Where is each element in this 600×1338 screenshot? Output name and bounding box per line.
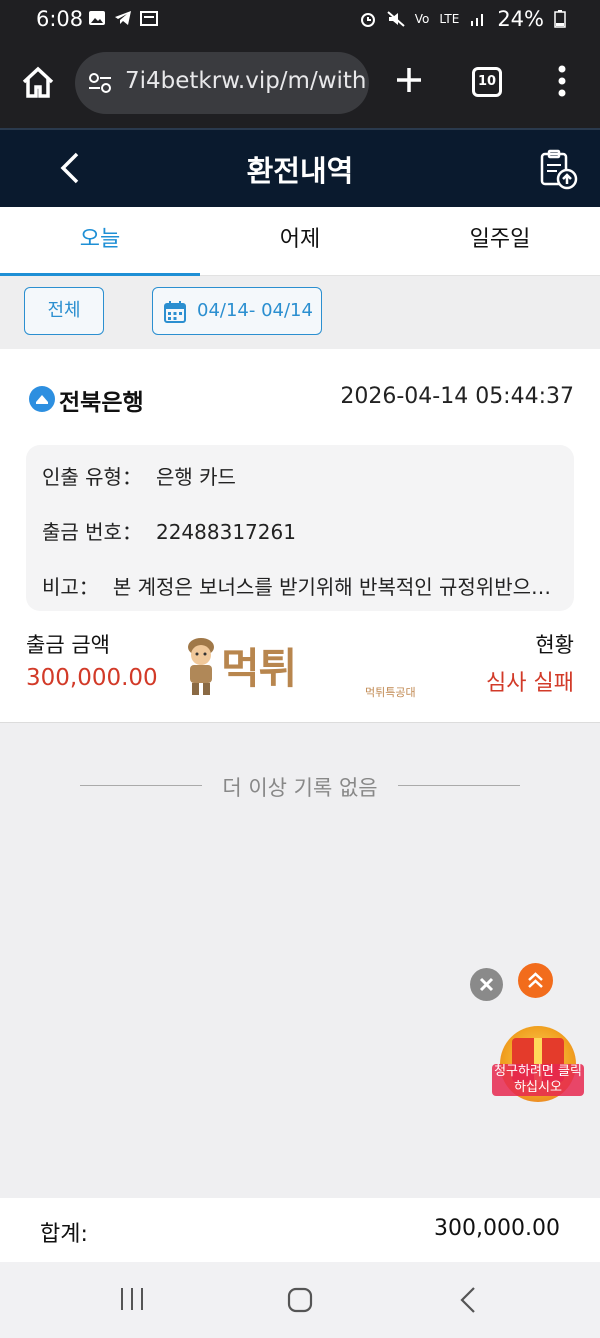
calendar-icon (164, 301, 186, 323)
volte-label: Vo (414, 12, 430, 26)
home-icon[interactable] (20, 64, 56, 100)
status-time: 6:08 (36, 7, 84, 31)
tab-week[interactable]: 일주일 (400, 207, 600, 276)
withdrawal-number-row: 출금 번호： 22488317261 (42, 516, 296, 545)
recents-icon[interactable] (118, 1286, 146, 1312)
more-menu-icon[interactable] (554, 64, 570, 98)
app-header: 환전내역 (0, 128, 600, 207)
clipboard-upload-icon[interactable] (537, 148, 579, 190)
status-value: 심사 실패 (486, 671, 574, 696)
battery-percent: 24% (497, 7, 544, 31)
withdrawal-type-value: 은행 카드 (155, 465, 236, 489)
home-nav-icon[interactable] (286, 1286, 314, 1314)
close-icon (479, 977, 494, 992)
record-details: 인출 유형： 은행 카드 출금 번호： 22488317261 비고： 본 계정은 보… (26, 445, 574, 611)
promo-gift-button[interactable]: 청구하려면 클릭하십시오 (490, 1018, 586, 1108)
date-range-text: 04/14- 04/14 (197, 300, 313, 321)
watermark-subtext: 먹튀특공대 (365, 686, 416, 699)
amount-label: 출금 금액 (26, 633, 110, 657)
promo-text: 청구하려면 클릭하십시오 (492, 1064, 584, 1096)
note-value: 본 계정은 보너스를 받기위해 반복적인 규정위반으로 인하여 출금이 제한됩니… (112, 575, 562, 599)
bank-logo-icon (29, 386, 55, 412)
alarm-icon (360, 13, 375, 27)
site-settings-icon[interactable] (87, 72, 113, 94)
page-title: 환전내역 (246, 154, 354, 188)
date-range-button[interactable]: 04/14- 04/14 (152, 287, 322, 335)
withdrawal-number-value: 22488317261 (155, 520, 296, 544)
period-tabs: 오늘 어제 일주일 (0, 207, 600, 276)
network-label: LTE (439, 12, 460, 26)
total-bar: 합계: 300,000.00 (0, 1198, 600, 1262)
tab-switcher-button[interactable]: 10 (472, 67, 502, 97)
browser-toolbar: 7i4betkrw.vip/m/with 10 (0, 40, 600, 128)
system-indicators: Vo LTE 24% (359, 7, 566, 31)
address-bar[interactable]: 7i4betkrw.vip/m/with (75, 52, 369, 114)
status-label: 현황 (535, 633, 574, 657)
total-value: 300,000.00 (434, 1216, 560, 1241)
back-nav-icon[interactable] (458, 1286, 478, 1314)
filter-all-button[interactable]: 전체 (24, 287, 104, 335)
withdrawal-number-label: 출금 번호： (42, 520, 142, 544)
close-promo-button[interactable] (470, 968, 503, 1001)
end-of-list: 더 이상 기록 없음 (0, 770, 600, 800)
soldier-mascot-icon (188, 638, 214, 695)
note-row: 비고： 본 계정은 보너스를 받기위해 반복적인 규정위반으로 인하여 출금이 제… (42, 571, 562, 600)
note-label: 비고： (42, 575, 99, 599)
calendar-icon (140, 11, 158, 26)
url-text: 7i4betkrw.vip/m/with (125, 68, 367, 94)
telegram-icon (115, 11, 131, 25)
withdrawal-type-row: 인출 유형： 은행 카드 (42, 461, 236, 490)
new-tab-icon[interactable] (393, 64, 425, 96)
record-datetime: 2026-04-14 05:44:37 (340, 384, 574, 409)
mute-icon (387, 11, 405, 27)
double-chevron-up-icon (528, 972, 543, 988)
notification-icons (88, 10, 158, 26)
filter-bar: 전체 04/14- 04/14 (0, 276, 600, 349)
bank-name: 전북은행 (59, 390, 144, 416)
amount-value: 300,000.00 (26, 665, 158, 691)
no-more-records-text: 더 이상 기록 없음 (222, 776, 378, 800)
system-nav-bar (0, 1262, 600, 1338)
battery-icon (554, 10, 566, 28)
divider-right (398, 785, 520, 786)
tab-today[interactable]: 오늘 (0, 207, 200, 276)
tab-yesterday[interactable]: 어제 (200, 207, 400, 276)
image-icon (89, 11, 105, 25)
scroll-top-button[interactable] (518, 963, 553, 998)
watermark-text: 먹튀 (221, 644, 297, 693)
total-label: 합계: (40, 1222, 88, 1247)
withdrawal-record-card[interactable]: 전북은행 2026-04-14 05:44:37 인출 유형： 은행 카드 출금 … (0, 349, 600, 723)
watermark-logo: 먹튀 (183, 635, 303, 701)
status-bar: 6:08 Vo LTE 24% (0, 0, 600, 40)
withdrawal-type-label: 인출 유형： (42, 465, 142, 489)
signal-icon (471, 14, 484, 26)
